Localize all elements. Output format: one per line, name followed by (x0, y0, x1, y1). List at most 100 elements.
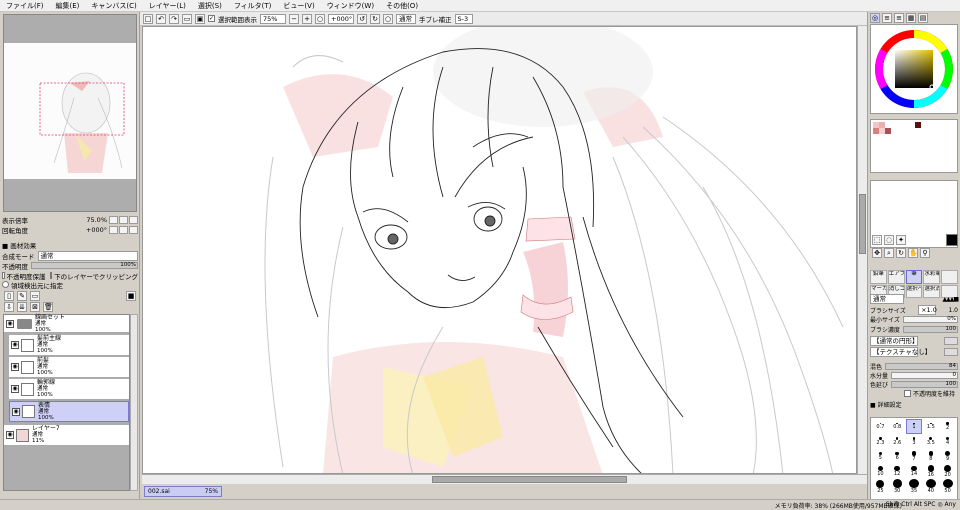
layer-menu-button[interactable]: ■ (126, 291, 136, 301)
brush-size-preset[interactable]: 3 (906, 434, 923, 449)
layer-item-folder[interactable]: ◉ 線画セット 通常 100% (4, 314, 129, 333)
brush-size-preset[interactable]: 7 (906, 449, 923, 464)
layer-item[interactable]: ◉ 髪前主線 通常 100% (9, 335, 129, 356)
texture-strength-field[interactable] (944, 348, 958, 356)
rotate-reset-button[interactable]: ○ (383, 13, 393, 24)
brush-size-preset[interactable]: 30 (889, 479, 906, 494)
lasso-icon[interactable]: ◌ (884, 235, 894, 245)
brush-size-preset[interactable]: 0.7 (872, 419, 889, 434)
new-layer-button[interactable]: ▯ (4, 291, 14, 301)
clear-layer-button[interactable]: ⊠ (30, 302, 40, 312)
menu-select[interactable]: 選択(S) (192, 0, 228, 12)
tool-airbrush[interactable]: エアブラシ (887, 270, 905, 284)
clipping-checkbox[interactable] (49, 272, 53, 279)
selection-display-checkbox[interactable]: ✓ (208, 15, 215, 22)
persistence-slider[interactable]: 100 (891, 380, 958, 388)
visibility-eye-icon[interactable]: ◉ (6, 319, 14, 328)
nav-zoom-out-button[interactable] (109, 215, 118, 224)
rgb-slider-tab[interactable]: ≡ (882, 13, 892, 23)
menu-window[interactable]: ウィンドウ(W) (321, 0, 380, 12)
brush-size-preset[interactable]: 1.5 (922, 419, 939, 434)
brush-shape-select[interactable]: 【通常の円形】 (870, 336, 919, 346)
blend-slider[interactable]: 84 (885, 362, 958, 370)
nav-zoom-in-button[interactable] (119, 215, 128, 224)
tool-watercolor[interactable]: 水彩筆 (923, 270, 941, 284)
menu-file[interactable]: ファイル(F) (0, 0, 50, 12)
zoom-in-button[interactable]: + (302, 13, 312, 24)
hand-icon[interactable]: ✋ (908, 248, 918, 258)
brush-size-preset[interactable]: 2 (939, 419, 956, 434)
new-linework-layer-button[interactable]: ✎ (17, 291, 27, 301)
stabilizer-select[interactable]: S-3 (454, 13, 473, 24)
merge-down-button[interactable]: ⇊ (17, 302, 27, 312)
keep-opacity-checkbox[interactable] (904, 389, 911, 397)
water-slider[interactable]: 0 (891, 371, 958, 379)
visibility-eye-icon[interactable]: ◉ (11, 385, 19, 393)
brush-size-preset[interactable]: 8 (922, 449, 939, 464)
selection-source-checkbox[interactable] (2, 281, 9, 288)
eyedropper-icon[interactable]: ⚲ (920, 248, 930, 258)
opacity-slider[interactable]: 100% (31, 262, 138, 269)
nav-rotate-reset-button[interactable] (129, 225, 138, 234)
move-icon[interactable]: ✥ (872, 248, 882, 258)
redo-button[interactable]: ↷ (169, 13, 179, 24)
rotate-icon[interactable]: ↻ (896, 248, 906, 258)
visibility-eye-icon[interactable]: ◉ (6, 431, 14, 439)
visibility-eye-icon[interactable]: ◉ (11, 341, 19, 349)
menu-view[interactable]: ビュー(V) (277, 0, 320, 12)
scroll-thumb[interactable] (432, 476, 627, 483)
min-size-slider[interactable]: 0% (902, 315, 958, 323)
menu-other[interactable]: その他(O) (380, 0, 424, 12)
magic-wand-icon[interactable]: ✦ (896, 235, 906, 245)
brush-size-preset[interactable]: 14 (906, 464, 923, 479)
nav-zoom-reset-button[interactable] (129, 215, 138, 224)
brush-size-preset[interactable]: 20 (939, 464, 956, 479)
scratchpad-tab[interactable]: ▤ (918, 13, 928, 23)
delete-layer-button[interactable]: 🗑 (43, 302, 53, 312)
layer-item-selected[interactable]: ◉ 表情 通常 100% (9, 401, 129, 422)
undo-button[interactable]: ↶ (156, 13, 166, 24)
select-all-button[interactable]: ▭ (182, 13, 192, 24)
brush-size-preset[interactable]: 1 (905, 419, 923, 434)
nav-rotate-ccw-button[interactable] (109, 225, 118, 234)
color-wheel-tab[interactable]: ◎ (870, 13, 880, 23)
menu-edit[interactable]: 編集(E) (50, 0, 86, 12)
rect-select-icon[interactable]: ⬚ (872, 235, 882, 245)
rotate-ccw-button[interactable]: ↺ (357, 13, 367, 24)
brush-size-mult[interactable]: ×1.0 (918, 305, 937, 315)
brush-edge-shape-icons[interactable]: ▲▲▲■ (942, 296, 958, 303)
brush-mode-select[interactable]: 通常 (870, 294, 904, 304)
deselect-button[interactable]: □ (143, 13, 153, 24)
brush-size-preset[interactable]: 25 (872, 479, 889, 494)
rotate-cw-button[interactable]: ↻ (370, 13, 380, 24)
brush-size-preset[interactable]: 2.3 (872, 434, 889, 449)
visibility-eye-icon[interactable]: ◉ (12, 407, 20, 416)
tool-brush[interactable]: 筆 (905, 270, 923, 284)
brush-size-preset[interactable]: 3.5 (922, 434, 939, 449)
swatch-tab[interactable]: ▦ (906, 13, 916, 23)
brush-size-preset[interactable]: 4 (939, 434, 956, 449)
detail-settings-toggle[interactable]: ■ 詳細設定 (870, 400, 902, 409)
canvas-vertical-scrollbar[interactable] (857, 26, 867, 474)
brush-size-preset[interactable]: 35 (906, 479, 923, 494)
brush-size-preset[interactable]: 12 (889, 464, 906, 479)
layer-item[interactable]: ◉ 前髪 通常 100% (9, 357, 129, 378)
texture-select[interactable]: 【テクスチャなし】 (870, 347, 931, 357)
brush-size-preset[interactable]: 5 (872, 449, 889, 464)
density-slider[interactable]: 100 (902, 325, 958, 333)
zoom-select[interactable]: 75% (260, 13, 286, 24)
brush-size-preset[interactable]: 10 (872, 464, 889, 479)
brush-size-preset[interactable]: 9 (939, 449, 956, 464)
visibility-eye-icon[interactable]: ◉ (11, 363, 19, 371)
color-wheel[interactable] (870, 24, 958, 114)
brush-size-preset[interactable]: 0.8 (889, 419, 906, 434)
brush-size-preset[interactable]: 2.6 (889, 434, 906, 449)
menu-layer[interactable]: レイヤー(L) (143, 0, 192, 12)
hsv-slider-tab[interactable]: ≡ (894, 13, 904, 23)
layer-list-scrollbar[interactable] (130, 314, 138, 491)
blend-mode-select[interactable]: 通常 (37, 250, 138, 261)
brush-size-preset[interactable]: 16 (922, 464, 939, 479)
brush-size-preset[interactable]: 6 (889, 449, 906, 464)
rotation-field[interactable]: +000° (328, 13, 354, 24)
nav-rotate-cw-button[interactable] (119, 225, 128, 234)
